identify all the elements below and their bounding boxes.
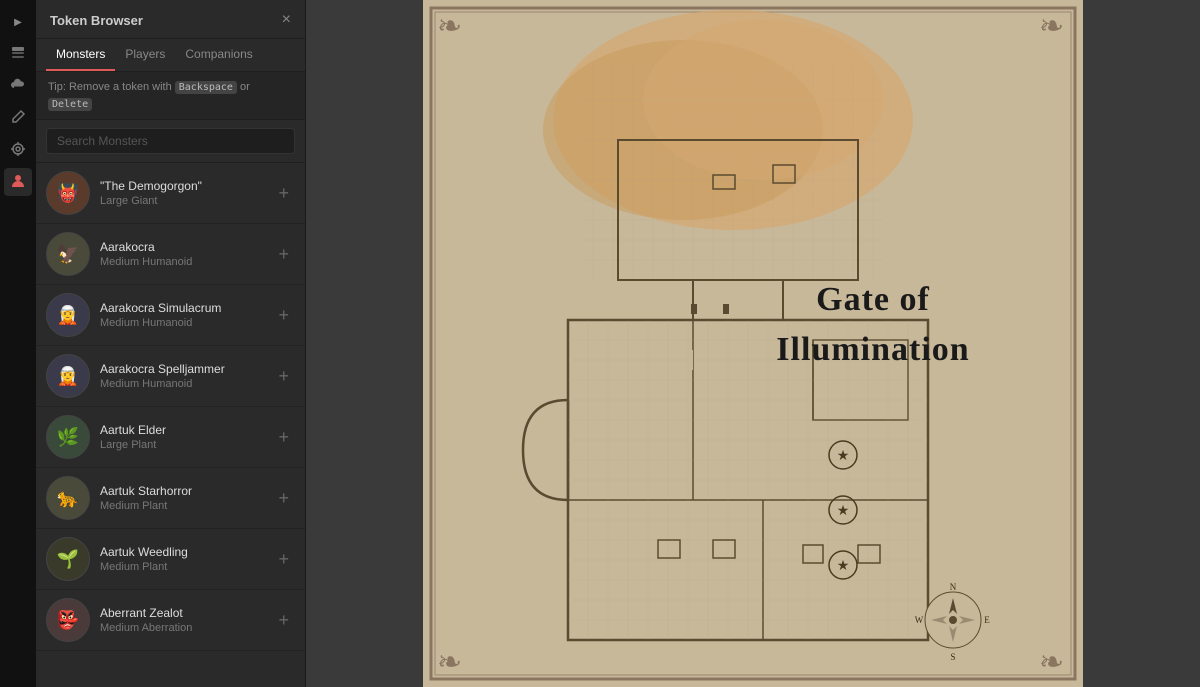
monster-avatar: 🧝 — [46, 293, 90, 337]
monster-item[interactable]: 🐆 Aartuk Starhorror Medium Plant+ — [36, 468, 305, 529]
dungeon-map: ❧ ❧ ❧ ❧ — [306, 0, 1200, 687]
layers-icon — [10, 45, 26, 64]
expand-icon: ▶ — [14, 17, 22, 28]
monster-avatar: 🐆 — [46, 476, 90, 520]
svg-text:★: ★ — [837, 447, 850, 463]
monster-info: Aarakocra Simulacrum Medium Humanoid — [100, 301, 272, 329]
token-icon — [10, 173, 26, 192]
svg-text:W: W — [915, 615, 924, 625]
monster-avatar: 🧝 — [46, 354, 90, 398]
monster-type: Medium Aberration — [100, 622, 272, 634]
search-input[interactable] — [46, 128, 295, 154]
token-button[interactable] — [4, 168, 32, 196]
monster-type: Medium Humanoid — [100, 378, 272, 390]
monster-avatar: 👹 — [46, 171, 90, 215]
monster-name: Aarakocra Simulacrum — [100, 301, 272, 315]
monster-info: Aartuk Weedling Medium Plant — [100, 545, 272, 573]
expand-button[interactable]: ▶ — [4, 8, 32, 36]
monster-type: Medium Plant — [100, 561, 272, 573]
token-browser-panel: Token Browser × Monsters Players Compani… — [36, 0, 306, 687]
monster-avatar: 🌱 — [46, 537, 90, 581]
monster-avatar: 👺 — [46, 598, 90, 642]
toolbar: ▶ — [0, 0, 36, 687]
monster-avatar: 🦅 — [46, 232, 90, 276]
monster-name: Aarakocra — [100, 240, 272, 254]
tip-bar: Tip: Remove a token with Backspace or De… — [36, 72, 305, 120]
svg-text:N: N — [950, 582, 957, 592]
svg-text:❧: ❧ — [437, 10, 462, 43]
svg-text:★: ★ — [837, 557, 850, 573]
monster-item[interactable]: 🌱 Aartuk Weedling Medium Plant+ — [36, 529, 305, 590]
tabs-bar: Monsters Players Companions — [36, 39, 305, 72]
monster-item[interactable]: 👹 "The Demogorgon" Large Giant+ — [36, 163, 305, 224]
map-area: ❧ ❧ ❧ ❧ — [306, 0, 1200, 687]
add-monster-button[interactable]: + — [272, 547, 295, 572]
delete-key: Delete — [48, 98, 92, 111]
svg-text:❧: ❧ — [1039, 10, 1064, 43]
svg-text:★: ★ — [837, 502, 850, 518]
svg-text:Gate of: Gate of — [816, 281, 930, 318]
monster-item[interactable]: 👺 Aberrant Zealot Medium Aberration+ — [36, 590, 305, 651]
target-icon — [10, 141, 26, 160]
panel-title: Token Browser — [50, 13, 143, 28]
add-monster-button[interactable]: + — [272, 486, 295, 511]
monster-type: Large Giant — [100, 195, 272, 207]
monster-info: Aarakocra Medium Humanoid — [100, 240, 272, 268]
layers-button[interactable] — [4, 40, 32, 68]
monster-type: Medium Humanoid — [100, 256, 272, 268]
monster-item[interactable]: 🦅 Aarakocra Medium Humanoid+ — [36, 224, 305, 285]
pencil-icon — [10, 109, 26, 128]
tab-players[interactable]: Players — [115, 39, 175, 71]
pencil-button[interactable] — [4, 104, 32, 132]
monster-list: 👹"The Demogorgon"Large Giant+🦅AarakocraM… — [36, 163, 305, 687]
search-wrap — [36, 120, 305, 163]
monster-type: Medium Humanoid — [100, 317, 272, 329]
monster-info: Aartuk Starhorror Medium Plant — [100, 484, 272, 512]
add-monster-button[interactable]: + — [272, 425, 295, 450]
svg-text:Illumination: Illumination — [776, 331, 969, 368]
svg-text:❧: ❧ — [1039, 646, 1064, 679]
monster-name: Aartuk Elder — [100, 423, 272, 437]
backspace-key: Backspace — [175, 81, 237, 94]
monster-info: "The Demogorgon" Large Giant — [100, 179, 272, 207]
monster-name: Aartuk Weedling — [100, 545, 272, 559]
monster-info: Aartuk Elder Large Plant — [100, 423, 272, 451]
monster-item[interactable]: 🧝 Aarakocra Spelljammer Medium Humanoid+ — [36, 346, 305, 407]
monster-avatar: 🌿 — [46, 415, 90, 459]
tab-companions[interactable]: Companions — [175, 39, 262, 71]
monster-type: Large Plant — [100, 439, 272, 451]
svg-text:S: S — [950, 652, 955, 662]
target-button[interactable] — [4, 136, 32, 164]
monster-info: Aberrant Zealot Medium Aberration — [100, 606, 272, 634]
add-monster-button[interactable]: + — [272, 364, 295, 389]
add-monster-button[interactable]: + — [272, 303, 295, 328]
monster-name: Aartuk Starhorror — [100, 484, 272, 498]
monster-item[interactable]: 🌿 Aartuk Elder Large Plant+ — [36, 407, 305, 468]
monster-name: "The Demogorgon" — [100, 179, 272, 193]
monster-name: Aarakocra Spelljammer — [100, 362, 272, 376]
tab-monsters[interactable]: Monsters — [46, 39, 115, 71]
add-monster-button[interactable]: + — [272, 181, 295, 206]
close-button[interactable]: × — [282, 12, 291, 28]
cloud-button[interactable] — [4, 72, 32, 100]
svg-text:E: E — [984, 615, 990, 625]
cloud-icon — [10, 77, 26, 96]
monster-name: Aberrant Zealot — [100, 606, 272, 620]
add-monster-button[interactable]: + — [272, 242, 295, 267]
monster-info: Aarakocra Spelljammer Medium Humanoid — [100, 362, 272, 390]
panel-header: Token Browser × — [36, 0, 305, 39]
svg-text:❧: ❧ — [437, 646, 462, 679]
add-monster-button[interactable]: + — [272, 608, 295, 633]
monster-item[interactable]: 🧝 Aarakocra Simulacrum Medium Humanoid+ — [36, 285, 305, 346]
monster-type: Medium Plant — [100, 500, 272, 512]
